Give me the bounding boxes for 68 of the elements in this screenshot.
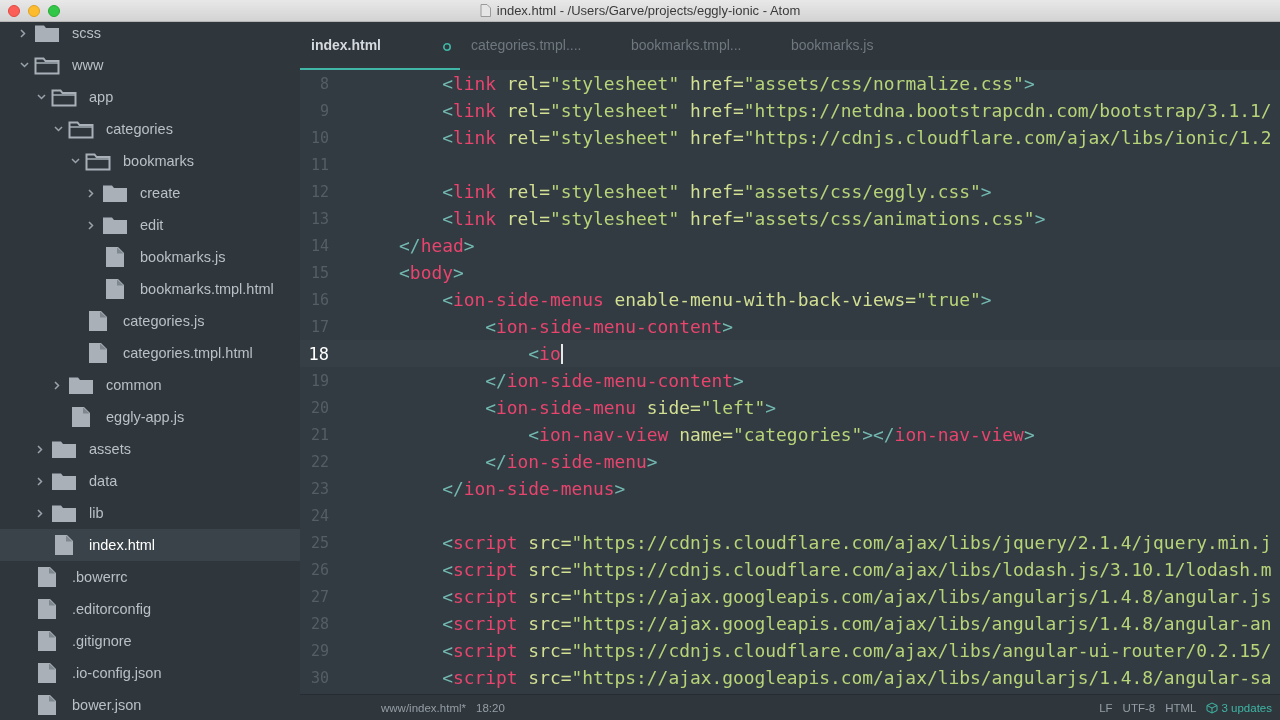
tree-item[interactable]: www bbox=[0, 49, 300, 81]
code-line: <ion-side-menu side="left"> bbox=[484, 397, 777, 418]
tree-item[interactable]: .gitignore bbox=[0, 625, 300, 657]
package-icon[interactable] bbox=[1206, 701, 1219, 714]
file-path[interactable]: www/index.html* bbox=[381, 701, 466, 714]
tree-item[interactable]: create bbox=[0, 177, 300, 209]
open-folder-icon bbox=[51, 87, 77, 107]
document-icon bbox=[479, 4, 491, 17]
folder-icon bbox=[51, 439, 77, 459]
tree-item[interactable]: edit bbox=[0, 209, 300, 241]
zoom-button[interactable] bbox=[48, 4, 60, 17]
tree-item[interactable]: lib bbox=[0, 497, 300, 529]
code-line: <link rel="stylesheet" href="https://netdna.bootstrapcdn.com/bootstrap/3.1.1/ bbox=[441, 100, 1272, 121]
code-line: <link rel="stylesheet" href="assets/css/animations.css"> bbox=[441, 208, 1046, 229]
open-folder-icon bbox=[34, 55, 60, 75]
code-line: <link rel="stylesheet" href="assets/css/normalize.css"> bbox=[441, 73, 1035, 94]
cursor-position[interactable]: 18:20 bbox=[476, 701, 505, 714]
tree-item[interactable]: categories.tmpl.html bbox=[0, 337, 300, 369]
tree-item[interactable]: scss bbox=[0, 22, 300, 49]
tree-item[interactable]: bookmarks bbox=[0, 145, 300, 177]
code-line: </ion-side-menu> bbox=[484, 451, 658, 472]
text-cursor bbox=[560, 343, 563, 364]
folder-icon bbox=[68, 375, 94, 395]
code-line: <script src="https://cdnjs.cloudflare.com/ajax/libs/angular-ui-router/0.2.15/ bbox=[441, 640, 1272, 661]
code-line: <link rel="stylesheet" href="assets/css/eggly.css"> bbox=[441, 181, 992, 202]
folder-icon bbox=[51, 471, 77, 491]
tree-item[interactable]: categories bbox=[0, 113, 300, 145]
code-line: <script src="https://cdnjs.cloudflare.com/ajax/libs/lodash.js/3.10.1/lodash.m bbox=[441, 559, 1272, 580]
tree-item[interactable]: categories.js bbox=[0, 305, 300, 337]
tree-item[interactable]: .bowerrc bbox=[0, 561, 300, 593]
tree-item[interactable]: bower.json bbox=[0, 689, 300, 720]
minimize-button[interactable] bbox=[28, 4, 40, 17]
tree-item[interactable]: app bbox=[0, 81, 300, 113]
grammar[interactable]: HTML bbox=[1165, 701, 1197, 714]
updates-link[interactable]: 3 updates bbox=[1221, 701, 1272, 714]
open-folder-icon bbox=[68, 119, 94, 139]
code-line: <ion-side-menu-content> bbox=[484, 316, 733, 337]
tree-item[interactable]: .editorconfig bbox=[0, 593, 300, 625]
code-line: <script src="https://ajax.googleapis.com/ajax/libs/angularjs/1.4.8/angular-sa bbox=[441, 667, 1272, 688]
line-ending[interactable]: LF bbox=[1099, 701, 1113, 714]
code-line: </ion-side-menus> bbox=[441, 478, 626, 499]
code-line: <body> bbox=[398, 262, 464, 283]
folder-icon bbox=[51, 503, 77, 523]
folder-icon bbox=[102, 183, 128, 203]
code-line: <ion-nav-view name="categories"></ion-nav-view> bbox=[527, 424, 1035, 445]
code-line: <script src="https://cdnjs.cloudflare.com/ajax/libs/jquery/2.1.4/jquery.min.j bbox=[441, 532, 1272, 553]
tree-item[interactable]: data bbox=[0, 465, 300, 497]
tab[interactable]: index.html bbox=[300, 22, 460, 70]
encoding[interactable]: UTF-8 bbox=[1122, 701, 1156, 714]
open-folder-icon bbox=[85, 151, 111, 171]
tree-item[interactable]: bookmarks.tmpl.html bbox=[0, 273, 300, 305]
folder-icon bbox=[102, 215, 128, 235]
tree-item[interactable]: bookmarks.js bbox=[0, 241, 300, 273]
window-title: index.html - /Users/Garve/projects/eggly-ionic - Atom bbox=[496, 3, 801, 18]
code-line: <io bbox=[527, 343, 563, 364]
code-line: <link rel="stylesheet" href="https://cdnjs.cloudflare.com/ajax/libs/ionic/1.2 bbox=[441, 127, 1272, 148]
code-line: <ion-side-menus enable-menu-with-back-views="true"> bbox=[441, 289, 992, 310]
code-line: </ion-side-menu-content> bbox=[484, 370, 744, 391]
tree-item[interactable]: eggly-app.js bbox=[0, 401, 300, 433]
tree-item[interactable]: common bbox=[0, 369, 300, 401]
line-number: 18 bbox=[307, 343, 330, 364]
code-line: <script src="https://ajax.googleapis.com/ajax/libs/angularjs/1.4.8/angular.js bbox=[441, 586, 1272, 607]
tree-item[interactable]: .io-config.json bbox=[0, 657, 300, 689]
code-line: <script src="https://ajax.googleapis.com/ajax/libs/angularjs/1.4.8/angular-an bbox=[441, 613, 1272, 634]
code-line: </head> bbox=[398, 235, 475, 256]
close-button[interactable] bbox=[8, 4, 20, 17]
tree-item[interactable]: index.html bbox=[0, 529, 300, 561]
tree-item[interactable]: assets bbox=[0, 433, 300, 465]
